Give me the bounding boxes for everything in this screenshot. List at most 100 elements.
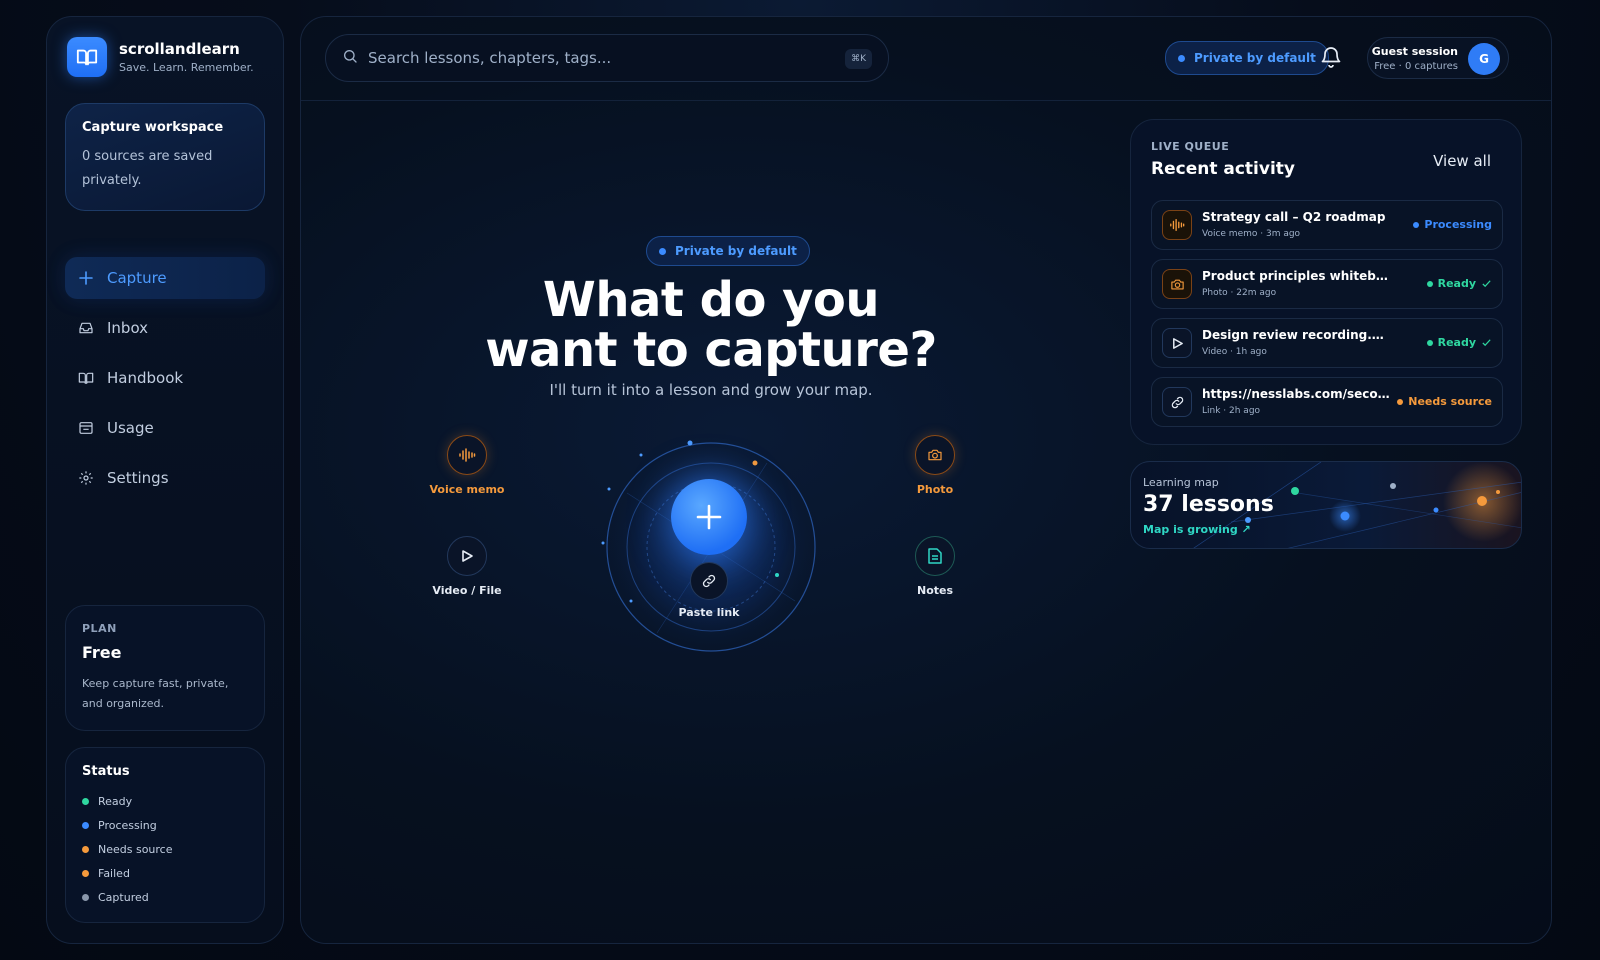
privacy-pill[interactable]: Private by default bbox=[1165, 41, 1329, 75]
hero-privacy-pill: Private by default bbox=[646, 236, 810, 266]
plan-card: PLAN Free Keep capture fast, private, an… bbox=[65, 605, 265, 731]
video-file-label: Video / File bbox=[432, 584, 502, 597]
avatar[interactable]: G bbox=[1468, 43, 1500, 75]
status-badge: Ready bbox=[1426, 277, 1492, 290]
guest-name: Guest session bbox=[1371, 45, 1458, 58]
status-dot bbox=[82, 797, 89, 805]
status-legend-item: Failed bbox=[82, 861, 248, 885]
activity-item[interactable]: Design review recording.mp4 Video · 1h a… bbox=[1151, 318, 1503, 368]
activity-item[interactable]: Strategy call – Q2 roadmap Voice memo · … bbox=[1151, 200, 1503, 250]
book-icon bbox=[77, 369, 95, 387]
brand-name: scrollandlearn bbox=[119, 40, 240, 58]
plus-icon bbox=[696, 504, 722, 530]
activity-kicker: LIVE QUEUE bbox=[1151, 140, 1230, 153]
paste-link-button[interactable] bbox=[690, 562, 728, 600]
topbar: Search lessons, chapters, tags... ⌘K Pri… bbox=[301, 17, 1551, 101]
photo-option[interactable]: Photo bbox=[885, 435, 985, 496]
camera-icon bbox=[1162, 269, 1192, 299]
status-badge: Processing bbox=[1413, 218, 1492, 231]
usage-icon bbox=[77, 419, 95, 437]
activity-title: Recent activity bbox=[1151, 159, 1295, 179]
guest-subtitle: Free · 0 captures bbox=[1374, 61, 1458, 72]
map-growing-link[interactable]: Map is growing ↗ bbox=[1143, 523, 1251, 536]
learning-map-card[interactable]: Learning map 37 lessons Map is growing ↗ bbox=[1130, 461, 1522, 549]
status-dot bbox=[82, 821, 89, 829]
activity-item[interactable]: https://nesslabs.com/second-... Link · 2… bbox=[1151, 377, 1503, 427]
recent-activity-panel: LIVE QUEUE Recent activity View all Stra… bbox=[1130, 119, 1522, 445]
shortcut-badge: ⌘K bbox=[845, 49, 872, 69]
link-icon bbox=[1162, 387, 1192, 417]
plan-description: Keep capture fast, private, and organize… bbox=[82, 677, 229, 710]
activity-item-name: Design review recording.mp4 bbox=[1202, 328, 1392, 342]
sidebar: scrollandlearn Save. Learn. Remember. Ca… bbox=[46, 16, 284, 944]
sidebar-nav: Capture Inbox Handbook Usage Settings bbox=[65, 257, 265, 507]
sidebar-item-label: Usage bbox=[107, 419, 154, 437]
status-badge: Needs source bbox=[1397, 395, 1492, 408]
activity-item-meta: Link · 2h ago bbox=[1202, 406, 1261, 416]
notes-label: Notes bbox=[916, 584, 954, 597]
guest-session[interactable]: Guest session Free · 0 captures G bbox=[1367, 37, 1509, 79]
play-icon bbox=[447, 536, 487, 576]
lesson-count: 37 lessons bbox=[1143, 492, 1274, 517]
status-legend-item: Captured bbox=[82, 885, 248, 909]
notes-icon bbox=[915, 536, 955, 576]
sidebar-item-label: Capture bbox=[107, 269, 167, 287]
activity-item[interactable]: Product principles whiteboard Photo · 22… bbox=[1151, 259, 1503, 309]
activity-item-name: Product principles whiteboard bbox=[1202, 269, 1392, 283]
status-legend-item: Processing bbox=[82, 813, 248, 837]
check-icon bbox=[1482, 280, 1491, 288]
learning-map-label: Learning map bbox=[1143, 476, 1219, 489]
sidebar-item-capture[interactable]: Capture bbox=[65, 257, 265, 299]
sidebar-item-label: Settings bbox=[107, 469, 169, 487]
notes-option[interactable]: Notes bbox=[885, 536, 985, 597]
workspace-description: 0 sources are saved privately. bbox=[82, 149, 213, 188]
sidebar-item-handbook[interactable]: Handbook bbox=[65, 357, 265, 399]
video-file-option[interactable]: Video / File bbox=[417, 536, 517, 597]
capture-button[interactable] bbox=[671, 479, 747, 555]
search-icon bbox=[342, 48, 358, 68]
sidebar-item-inbox[interactable]: Inbox bbox=[65, 307, 265, 349]
sidebar-item-usage[interactable]: Usage bbox=[65, 407, 265, 449]
plan-label: PLAN bbox=[82, 622, 117, 635]
check-icon bbox=[1482, 339, 1491, 347]
search-input[interactable]: Search lessons, chapters, tags... bbox=[368, 49, 611, 67]
sidebar-item-label: Handbook bbox=[107, 369, 184, 387]
activity-item-meta: Video · 1h ago bbox=[1202, 347, 1267, 357]
search-bar[interactable]: Search lessons, chapters, tags... ⌘K bbox=[325, 34, 889, 82]
view-all-link[interactable]: View all bbox=[1433, 152, 1491, 170]
gear-icon bbox=[77, 469, 95, 487]
sidebar-item-label: Inbox bbox=[107, 319, 149, 337]
audio-wave-icon bbox=[447, 435, 487, 475]
privacy-dot bbox=[659, 247, 666, 255]
status-legend-item: Ready bbox=[82, 789, 248, 813]
activity-list: Strategy call – Q2 roadmap Voice memo · … bbox=[1151, 200, 1503, 436]
brand[interactable]: scrollandlearn Save. Learn. Remember. bbox=[67, 37, 254, 77]
bell-icon[interactable] bbox=[1319, 45, 1345, 71]
activity-item-meta: Photo · 22m ago bbox=[1202, 288, 1277, 298]
plan-name: Free bbox=[82, 643, 122, 662]
hero-title: What do you want to capture? bbox=[485, 272, 937, 378]
status-legend-item: Needs source bbox=[82, 837, 248, 861]
workspace-card: Capture workspace 0 sources are saved pr… bbox=[65, 103, 265, 211]
brand-tagline: Save. Learn. Remember. bbox=[119, 61, 254, 74]
privacy-dot bbox=[1178, 54, 1185, 62]
audio-wave-icon bbox=[1162, 210, 1192, 240]
status-dot bbox=[82, 893, 89, 901]
status-legend-title: Status bbox=[82, 764, 130, 779]
main-panel: Search lessons, chapters, tags... ⌘K Pri… bbox=[300, 16, 1552, 944]
play-icon bbox=[1162, 328, 1192, 358]
book-logo-icon bbox=[67, 37, 107, 77]
status-legend: Status Ready Processing Needs source Fai… bbox=[65, 747, 265, 923]
inbox-icon bbox=[77, 319, 95, 337]
status-badge: Ready bbox=[1426, 336, 1492, 349]
workspace-title: Capture workspace bbox=[82, 120, 224, 135]
link-icon bbox=[702, 574, 716, 588]
voice-memo-option[interactable]: Voice memo bbox=[417, 435, 517, 496]
status-dot bbox=[82, 869, 89, 877]
photo-label: Photo bbox=[916, 483, 954, 496]
plus-icon bbox=[77, 269, 95, 287]
paste-link-label: Paste link bbox=[678, 606, 740, 619]
activity-item-name: https://nesslabs.com/second-... bbox=[1202, 387, 1392, 401]
camera-icon bbox=[915, 435, 955, 475]
sidebar-item-settings[interactable]: Settings bbox=[65, 457, 265, 499]
